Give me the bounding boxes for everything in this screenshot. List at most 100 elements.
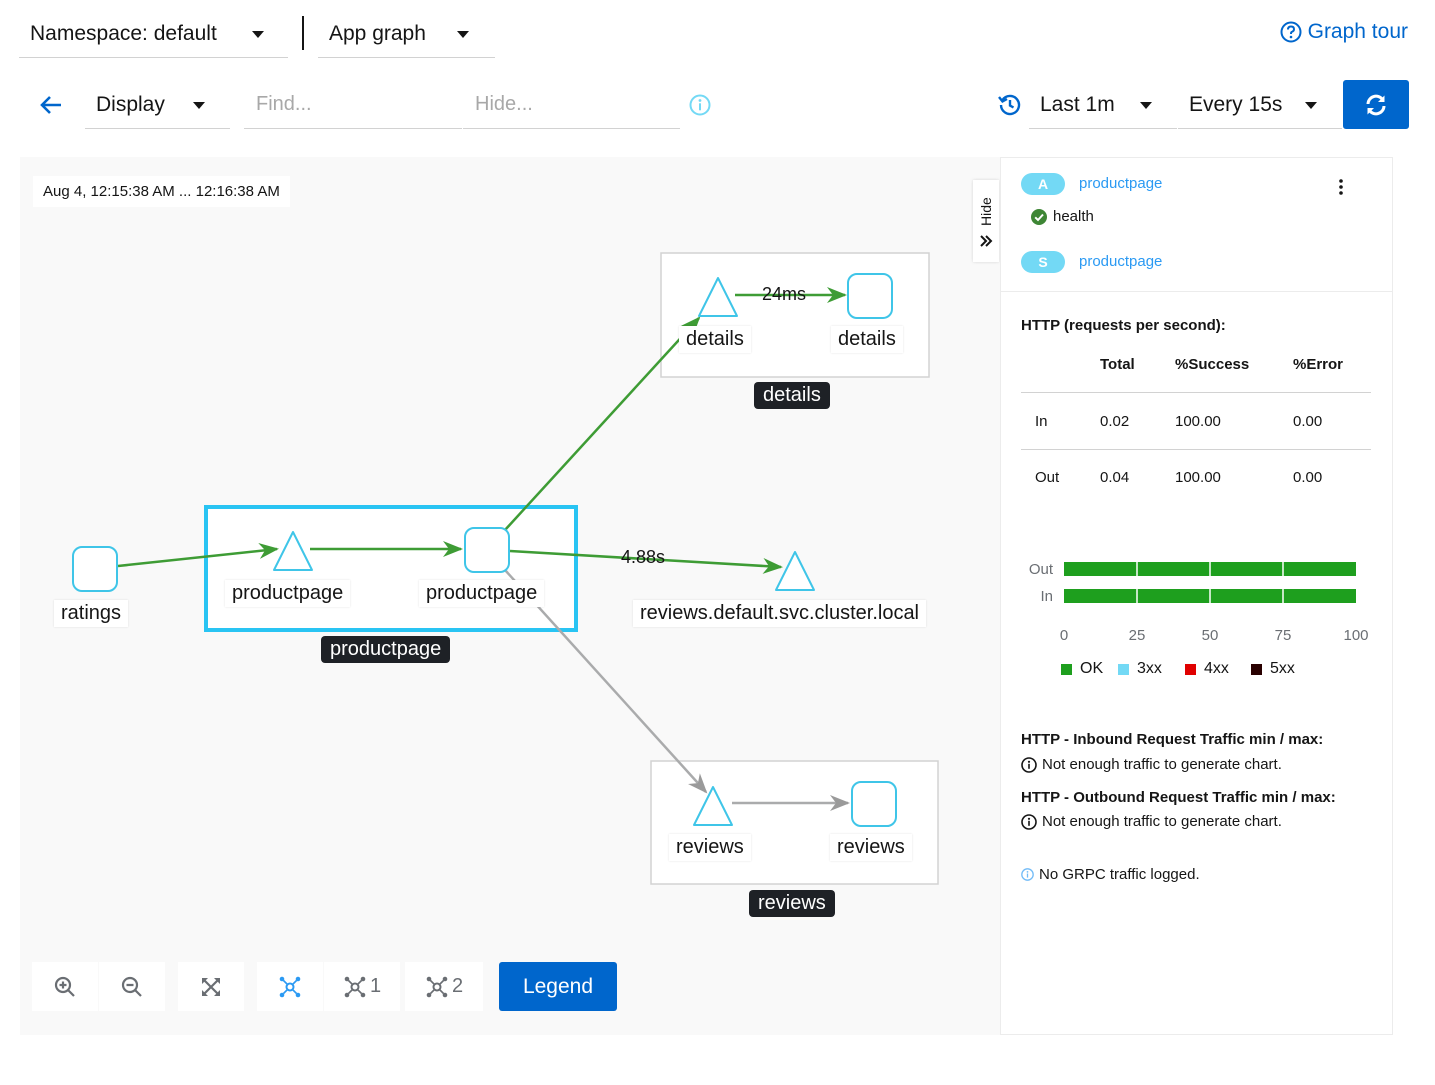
hide-panel-label: Hide xyxy=(978,197,994,226)
kebab-menu-icon[interactable] xyxy=(1338,178,1344,196)
topology-icon xyxy=(279,976,301,997)
info-circle-icon xyxy=(1021,813,1037,830)
table-row-in-label: In xyxy=(1035,413,1048,430)
node-reviews-workload[interactable] xyxy=(851,781,897,827)
zoom-out-icon xyxy=(121,976,142,997)
inbound-traffic-title: HTTP - Inbound Request Traffic min / max… xyxy=(1021,731,1324,748)
chart-x-tick-label: 75 xyxy=(1275,627,1292,644)
legend-swatch-ok xyxy=(1061,663,1072,675)
caret-down-icon xyxy=(1140,102,1152,109)
table-header-divider xyxy=(1021,392,1371,393)
refresh-interval-dropdown-label: Every 15s xyxy=(1189,92,1283,116)
double-chevron-right-icon xyxy=(980,235,993,247)
layout-default-button[interactable] xyxy=(257,962,323,1011)
chart-x-tick-label: 100 xyxy=(1343,627,1368,644)
refresh-button[interactable] xyxy=(1343,80,1409,129)
table-row-out-success: 100.00 xyxy=(1175,469,1221,486)
info-circle-icon xyxy=(1021,756,1037,773)
chart-x-tick-label: 25 xyxy=(1129,627,1146,644)
edge-label-reviews-latency: 4.88s xyxy=(621,547,666,567)
layout-1-label: 1 xyxy=(369,975,382,997)
chart-x-tick-label: 50 xyxy=(1202,627,1219,644)
node-details-workload[interactable] xyxy=(847,273,893,319)
outbound-traffic-note-text: Not enough traffic to generate chart. xyxy=(1042,813,1282,830)
health-indicator: health xyxy=(1031,208,1094,225)
layout-2-label: 2 xyxy=(451,975,464,997)
legend-label-3xx: 3xx xyxy=(1137,660,1162,677)
edge-label-details-latency: 24ms xyxy=(762,284,807,304)
history-icon xyxy=(998,94,1021,116)
group-label-productpage: productpage xyxy=(321,636,451,663)
legend-label-5xx: 5xx xyxy=(1270,660,1295,677)
outbound-traffic-title: HTTP - Outbound Request Traffic min / ma… xyxy=(1021,789,1336,806)
service-badge: S xyxy=(1021,251,1065,273)
app-badge: A xyxy=(1021,173,1065,195)
edge-productpage-details[interactable] xyxy=(504,316,701,531)
node-reviews-service[interactable] xyxy=(775,551,815,591)
duration-dropdown-label: Last 1m xyxy=(1040,92,1115,116)
graph-tour-link[interactable]: Graph tour xyxy=(1280,20,1408,44)
topology-icon xyxy=(344,976,366,997)
outbound-traffic-note: Not enough traffic to generate chart. xyxy=(1021,813,1282,830)
legend-item-4xx: 4xx xyxy=(1185,660,1229,678)
traffic-bar-chart: Out In 0 25 50 75 100 xyxy=(1029,558,1369,644)
question-circle-icon xyxy=(1280,21,1302,43)
hide-panel-tab[interactable]: Hide xyxy=(973,180,999,262)
zoom-out-button[interactable] xyxy=(99,962,165,1011)
panel-divider xyxy=(1001,291,1392,292)
legend-item-3xx: 3xx xyxy=(1118,660,1162,678)
duration-dropdown[interactable]: Last 1m xyxy=(1029,81,1177,129)
graph-tour-label: Graph tour xyxy=(1307,20,1408,43)
table-row-out-total: 0.04 xyxy=(1100,469,1130,486)
table-header-success: %Success xyxy=(1175,356,1250,373)
node-label-ratings: ratings xyxy=(54,600,129,627)
chart-category-label: In xyxy=(1040,588,1053,605)
legend-swatch-3xx xyxy=(1118,663,1129,675)
service-graph xyxy=(72,252,939,885)
service-link[interactable]: productpage xyxy=(1079,253,1162,270)
app-link[interactable]: productpage xyxy=(1079,175,1162,192)
table-row-out-label: Out xyxy=(1035,469,1060,486)
http-section-title: HTTP (requests per second): xyxy=(1021,317,1226,334)
refresh-interval-dropdown[interactable]: Every 15s xyxy=(1178,81,1342,129)
layout-2-button[interactable]: 2 xyxy=(405,962,483,1011)
group-label-reviews: reviews xyxy=(749,890,835,917)
node-label-details-app: details xyxy=(679,326,751,353)
inbound-traffic-note-text: Not enough traffic to generate chart. xyxy=(1042,756,1282,773)
node-label-reviews-app: reviews xyxy=(669,834,751,861)
inbound-traffic-note: Not enough traffic to generate chart. xyxy=(1021,756,1282,773)
fit-to-screen-button[interactable] xyxy=(178,962,244,1011)
table-row-out-error: 0.00 xyxy=(1293,469,1323,486)
grpc-traffic-note-text: No GRPC traffic logged. xyxy=(1039,866,1200,883)
table-row-divider xyxy=(1021,449,1371,450)
node-label-details-workload: details xyxy=(831,326,903,353)
chart-x-tick-label: 0 xyxy=(1060,627,1068,644)
node-productpage-workload[interactable] xyxy=(464,527,510,573)
node-ratings[interactable] xyxy=(72,546,118,592)
legend-item-ok: OK xyxy=(1061,660,1103,678)
table-header-total: Total xyxy=(1100,356,1135,373)
check-circle-icon xyxy=(1031,208,1047,225)
caret-down-icon xyxy=(1305,102,1317,109)
group-label-details: details xyxy=(754,382,830,409)
legend-button[interactable]: Legend xyxy=(499,962,617,1011)
table-row-in-error: 0.00 xyxy=(1293,413,1323,430)
node-label-productpage-app: productpage xyxy=(225,580,351,607)
layout-1-button[interactable]: 1 xyxy=(324,962,400,1011)
info-circle-icon xyxy=(1021,868,1034,881)
table-row-in-success: 100.00 xyxy=(1175,413,1221,430)
legend-item-5xx: 5xx xyxy=(1251,660,1295,678)
topology-icon xyxy=(426,976,448,997)
node-label-reviews-workload: reviews xyxy=(830,834,912,861)
health-label: health xyxy=(1053,208,1094,225)
zoom-in-button[interactable] xyxy=(32,962,98,1011)
zoom-in-icon xyxy=(54,976,75,997)
table-row-in-total: 0.02 xyxy=(1100,413,1130,430)
expand-arrows-icon xyxy=(202,977,220,996)
node-label-productpage-workload: productpage xyxy=(419,580,545,607)
grpc-traffic-note: No GRPC traffic logged. xyxy=(1021,866,1200,883)
node-label-reviews-service: reviews.default.svc.cluster.local xyxy=(633,600,927,627)
legend-swatch-4xx xyxy=(1185,663,1196,675)
productpage-group-box[interactable] xyxy=(204,505,578,632)
legend-swatch-5xx xyxy=(1251,663,1262,675)
